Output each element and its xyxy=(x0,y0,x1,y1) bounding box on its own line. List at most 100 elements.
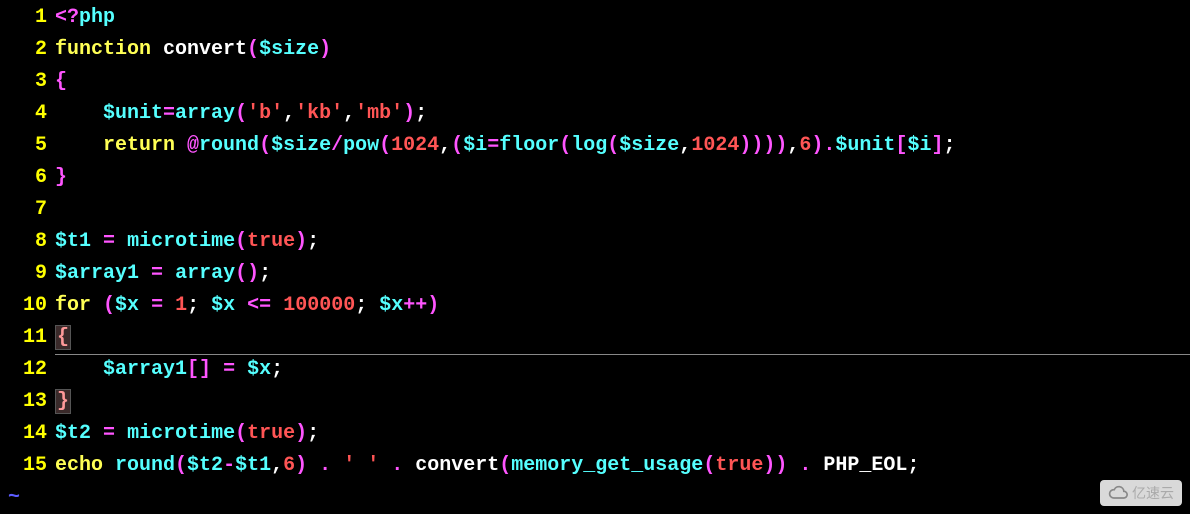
token-white: , xyxy=(679,134,691,157)
token-number: 1 xyxy=(175,294,187,317)
code-content[interactable]: $t1 = microtime(true); xyxy=(55,226,1190,258)
line-number: 5 xyxy=(0,130,55,162)
code-line[interactable]: 13} xyxy=(0,386,1190,418)
token-op: - xyxy=(223,454,235,477)
token-default xyxy=(307,454,319,477)
token-white: , xyxy=(787,134,799,157)
watermark: 亿速云 xyxy=(1100,480,1182,506)
code-content[interactable]: function convert($size) xyxy=(55,34,1190,66)
token-default xyxy=(811,454,823,477)
token-func: pow xyxy=(343,134,379,157)
token-paren: [] xyxy=(187,358,211,381)
token-paren: [ xyxy=(895,134,907,157)
token-string: 'kb' xyxy=(295,102,343,125)
token-white: ; xyxy=(259,262,271,285)
code-editor[interactable]: 1<?php2function convert($size)3{4 $unit=… xyxy=(0,0,1190,482)
token-default xyxy=(367,294,379,317)
token-op: . xyxy=(319,454,331,477)
token-paren: )))) xyxy=(739,134,787,157)
code-line[interactable]: 14$t2 = microtime(true); xyxy=(0,418,1190,450)
token-white: , xyxy=(271,454,283,477)
token-keyword: function xyxy=(55,38,163,61)
token-paren: ( xyxy=(235,102,247,125)
token-hl-brace: } xyxy=(55,389,71,414)
token-func: round xyxy=(115,454,175,477)
code-content[interactable]: $unit=array('b','kb','mb'); xyxy=(55,98,1190,130)
token-default xyxy=(139,262,151,285)
code-line[interactable]: 15echo round($t2-$t1,6) . ' ' . convert(… xyxy=(0,450,1190,482)
code-line[interactable]: 11{ xyxy=(0,322,1190,354)
code-content[interactable]: $t2 = microtime(true); xyxy=(55,418,1190,450)
token-var: $array1 xyxy=(103,358,187,381)
token-paren: ( xyxy=(235,230,247,253)
code-line[interactable]: 5 return @round($size/pow(1024,($i=floor… xyxy=(0,130,1190,162)
code-line[interactable]: 12 $array1[] = $x; xyxy=(0,354,1190,386)
token-var: $x xyxy=(379,294,403,317)
token-paren: ( xyxy=(559,134,571,157)
token-var: $size xyxy=(619,134,679,157)
token-default xyxy=(115,230,127,253)
code-content[interactable]: { xyxy=(55,322,1190,354)
token-default xyxy=(55,358,103,381)
token-op: . xyxy=(799,454,811,477)
token-white: ; xyxy=(415,102,427,125)
code-content[interactable]: $array1[] = $x; xyxy=(55,354,1190,386)
code-line[interactable]: 1<?php xyxy=(0,2,1190,34)
token-paren: ) xyxy=(403,102,415,125)
code-line[interactable]: 10for ($x = 1; $x <= 100000; $x++) xyxy=(0,290,1190,322)
code-content[interactable]: for ($x = 1; $x <= 100000; $x++) xyxy=(55,290,1190,322)
code-content[interactable]: echo round($t2-$t1,6) . ' ' . convert(me… xyxy=(55,450,1190,482)
code-line[interactable]: 8$t1 = microtime(true); xyxy=(0,226,1190,258)
token-number: true xyxy=(247,230,295,253)
token-number: 100000 xyxy=(283,294,355,317)
token-var: $x xyxy=(247,358,271,381)
code-content[interactable]: } xyxy=(55,386,1190,418)
token-white: ; xyxy=(187,294,199,317)
token-brace: } xyxy=(55,166,67,189)
line-number: 3 xyxy=(0,66,55,98)
code-content[interactable]: { xyxy=(55,66,1190,98)
token-op: / xyxy=(331,134,343,157)
code-line[interactable]: 6} xyxy=(0,162,1190,194)
token-keyword: echo xyxy=(55,454,115,477)
token-func: array xyxy=(175,262,235,285)
token-number: true xyxy=(247,422,295,445)
token-white: ; xyxy=(307,422,319,445)
token-default xyxy=(55,134,103,157)
token-default xyxy=(55,102,103,125)
token-var: $size xyxy=(271,134,331,157)
token-default xyxy=(235,358,247,381)
token-paren: ) xyxy=(427,294,439,317)
token-paren: ( xyxy=(499,454,511,477)
token-default xyxy=(403,454,415,477)
token-paren: ( xyxy=(103,294,115,317)
token-var: $t1 xyxy=(235,454,271,477)
token-default xyxy=(331,454,343,477)
code-line[interactable]: 2function convert($size) xyxy=(0,34,1190,66)
token-var: $unit xyxy=(835,134,895,157)
token-string: 'mb' xyxy=(355,102,403,125)
token-func: round xyxy=(199,134,259,157)
token-white: PHP_EOL xyxy=(823,454,907,477)
code-line[interactable]: 7 xyxy=(0,194,1190,226)
token-op: = xyxy=(151,262,163,285)
token-func: floor xyxy=(499,134,559,157)
token-number: true xyxy=(715,454,763,477)
cloud-icon xyxy=(1108,483,1128,503)
code-line[interactable]: 4 $unit=array('b','kb','mb'); xyxy=(0,98,1190,130)
code-content[interactable]: $array1 = array(); xyxy=(55,258,1190,290)
token-default xyxy=(271,294,283,317)
token-paren: ( xyxy=(703,454,715,477)
code-content[interactable]: <?php xyxy=(55,2,1190,34)
token-default xyxy=(115,422,127,445)
token-paren: ( xyxy=(607,134,619,157)
token-paren: ( xyxy=(175,454,187,477)
code-content[interactable]: return @round($size/pow(1024,($i=floor(l… xyxy=(55,130,1190,162)
code-line[interactable]: 3{ xyxy=(0,66,1190,98)
code-line[interactable]: 9$array1 = array(); xyxy=(0,258,1190,290)
token-white: ; xyxy=(355,294,367,317)
token-paren: ) xyxy=(319,38,331,61)
code-content[interactable]: } xyxy=(55,162,1190,194)
token-op: = xyxy=(103,230,115,253)
token-white: convert xyxy=(415,454,499,477)
